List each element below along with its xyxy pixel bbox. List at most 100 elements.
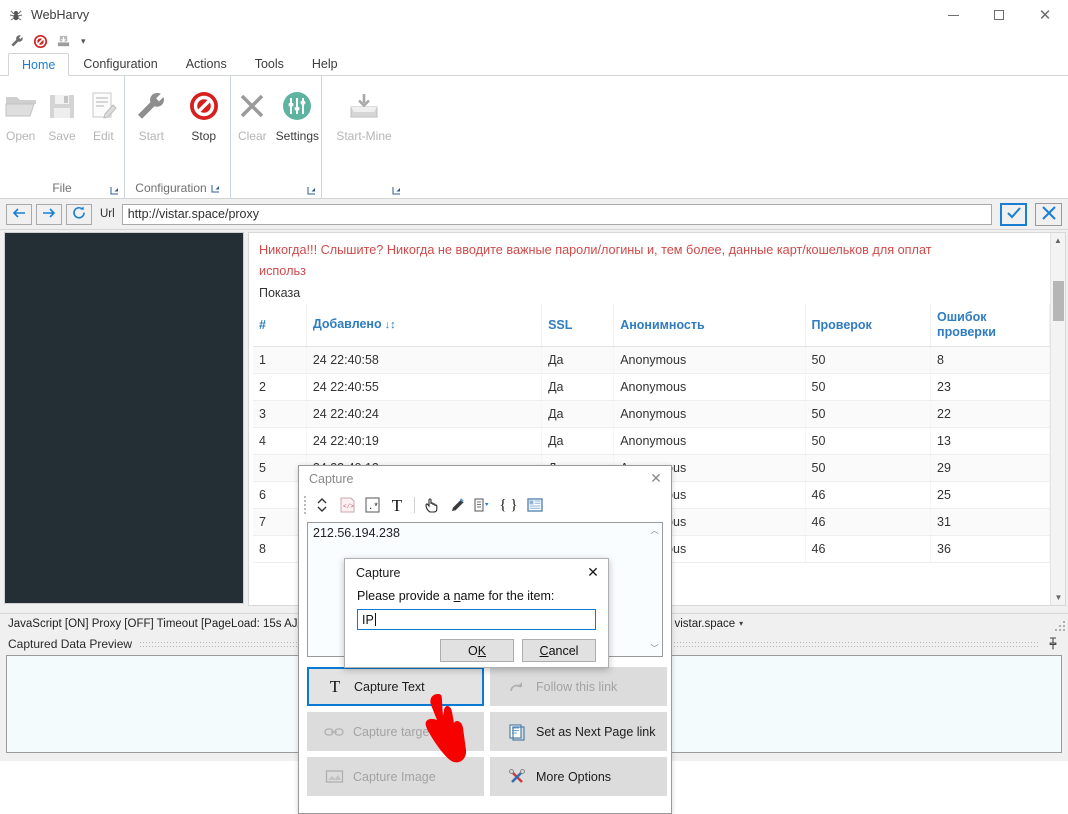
capture-name-dialog-prompt: Please provide a name for the item: — [345, 587, 608, 603]
ribbon-group-configuration-title: Configuration — [135, 181, 206, 195]
maximize-button[interactable] — [976, 0, 1022, 30]
ok-accelerator: K — [478, 644, 486, 658]
start-mine-icon[interactable] — [54, 32, 72, 50]
table-row[interactable]: 3 24 22:40:24 Да Anonymous 50 22 Б — [253, 401, 1066, 428]
ribbon-button-start[interactable]: Start — [125, 85, 178, 145]
scroll-down-icon[interactable]: ▼ — [1051, 590, 1066, 605]
ribbon-button-edit-label: Edit — [93, 129, 114, 143]
cell-ssl: Да — [542, 374, 614, 401]
settings-wrench-icon[interactable] — [8, 32, 26, 50]
hand-pointer-icon[interactable] — [421, 494, 443, 516]
th-errors[interactable]: Ошибок проверки — [931, 304, 1050, 347]
resize-grip[interactable] — [1053, 619, 1065, 631]
ribbon-button-open[interactable]: Open — [0, 85, 41, 145]
preview-pane-icon[interactable] — [524, 494, 546, 516]
table-row[interactable]: 2 24 22:40:55 Да Anonymous 50 23 Т — [253, 374, 1066, 401]
set-as-next-page-link-button[interactable]: Set as Next Page link — [490, 712, 667, 751]
follow-this-link-button[interactable]: Follow this link — [490, 667, 667, 706]
ok-pre: O — [468, 644, 478, 658]
cell-errors: 13 — [931, 428, 1050, 455]
cell-index: 4 — [253, 428, 306, 455]
follow-this-link-button-label: Follow this link — [536, 680, 617, 694]
toolbar-divider — [414, 497, 415, 513]
capture-target-url-button[interactable]: Capture target URL — [307, 712, 484, 751]
cancel-button[interactable]: Cancel — [522, 639, 596, 662]
dialog-launcher-settings-icon[interactable] — [307, 186, 316, 195]
scroll-down-icon[interactable]: ﹀ — [647, 641, 662, 656]
svg-text:</>: </> — [343, 503, 354, 510]
capture-target-url-button-label: Capture target URL — [353, 725, 461, 739]
capture-name-dialog: Capture ✕ Please provide a name for the … — [344, 558, 609, 668]
toolbar-grip[interactable] — [303, 496, 308, 514]
cell-added: 24 22:40:55 — [306, 374, 541, 401]
ribbon-button-stop[interactable]: Stop — [178, 85, 231, 145]
capture-toolbar: </> .* T { } — [299, 492, 671, 518]
go-button[interactable] — [1000, 203, 1027, 226]
ribbon-button-save[interactable]: Save — [41, 85, 82, 145]
capture-panel-title-bar: Capture ✕ — [299, 466, 671, 492]
list-dropdown-icon[interactable] — [471, 494, 493, 516]
ribbon-button-start-mine[interactable]: Start-Mine — [325, 85, 403, 145]
window-title-bar: WebHarvy ✕ — [0, 0, 1068, 30]
webview-scrollbar[interactable]: ▲ ▼ — [1050, 233, 1065, 605]
item-name-input[interactable]: IP — [357, 609, 596, 630]
ribbon-button-edit[interactable]: Edit — [83, 85, 124, 145]
tab-home[interactable]: Home — [8, 53, 69, 76]
tab-configuration[interactable]: Configuration — [69, 52, 171, 75]
reload-button[interactable] — [66, 204, 92, 225]
tab-tools[interactable]: Tools — [241, 52, 298, 75]
stop-loading-button[interactable] — [1035, 203, 1062, 226]
customize-qat-caret-icon[interactable]: ▾ — [81, 36, 86, 47]
minimize-button[interactable] — [930, 0, 976, 30]
url-input[interactable]: http://vistar.space/proxy — [122, 204, 992, 225]
pin-icon[interactable] — [1046, 637, 1060, 651]
ribbon-group-mining-label — [322, 177, 406, 199]
captured-value-scrollbar[interactable]: ︿ ﹀ — [647, 523, 662, 656]
dialog-launcher-file-icon[interactable] — [110, 186, 119, 195]
download-tray-icon — [347, 87, 381, 125]
scrollbar-thumb[interactable] — [1053, 281, 1064, 321]
capture-text-button[interactable]: T Capture Text — [307, 667, 484, 706]
forward-button[interactable] — [36, 204, 62, 225]
capture-panel-title: Capture — [309, 472, 353, 486]
tab-help[interactable]: Help — [298, 52, 352, 75]
braces-icon[interactable]: { } — [496, 494, 521, 516]
th-anonymity[interactable]: Анонимность — [614, 304, 805, 347]
ok-button[interactable]: OK — [440, 639, 514, 662]
ribbon-button-stop-label: Stop — [191, 129, 216, 143]
ribbon-button-settings[interactable]: Settings — [274, 85, 321, 145]
expand-collapse-icon[interactable] — [311, 494, 333, 516]
close-icon[interactable]: ✕ — [578, 559, 608, 587]
table-row[interactable]: 1 24 22:40:58 Да Anonymous 50 8 M — [253, 347, 1066, 374]
link-icon — [324, 725, 344, 739]
chevron-down-icon[interactable]: ▾ — [739, 619, 743, 628]
capture-image-button[interactable]: Capture Image — [307, 757, 484, 796]
scroll-up-icon[interactable]: ▲ — [1051, 233, 1065, 248]
url-input-value: http://vistar.space/proxy — [128, 207, 259, 221]
scroll-up-icon[interactable]: ︿ — [647, 523, 662, 538]
table-row[interactable]: 4 24 22:40:19 Да Anonymous 50 13 У — [253, 428, 1066, 455]
th-checks[interactable]: Проверок — [805, 304, 930, 347]
text-icon[interactable]: T — [386, 494, 408, 516]
close-button[interactable]: ✕ — [1022, 0, 1068, 30]
th-ssl[interactable]: SSL — [542, 304, 614, 347]
back-button[interactable] — [6, 204, 32, 225]
reload-icon — [72, 206, 87, 222]
dialog-launcher-mining-icon[interactable] — [392, 186, 401, 195]
th-index: # — [253, 304, 306, 347]
regex-icon[interactable]: .* — [361, 494, 383, 516]
stop-icon[interactable] — [31, 32, 49, 50]
capture-name-dialog-title: Capture — [356, 566, 400, 580]
cell-ssl: Да — [542, 347, 614, 374]
floppy-disk-icon — [47, 87, 77, 125]
dialog-launcher-configuration-icon[interactable] — [211, 184, 220, 193]
url-label: Url — [100, 208, 115, 220]
edit-pencil-icon[interactable] — [446, 494, 468, 516]
ribbon-button-clear[interactable]: Clear — [231, 85, 274, 145]
th-added[interactable]: Добавлено ↓↕ — [306, 304, 541, 347]
cell-errors: 22 — [931, 401, 1050, 428]
html-source-icon[interactable]: </> — [336, 494, 358, 516]
close-icon[interactable]: ✕ — [641, 466, 671, 492]
more-options-button[interactable]: More Options — [490, 757, 667, 796]
tab-actions[interactable]: Actions — [172, 52, 241, 75]
